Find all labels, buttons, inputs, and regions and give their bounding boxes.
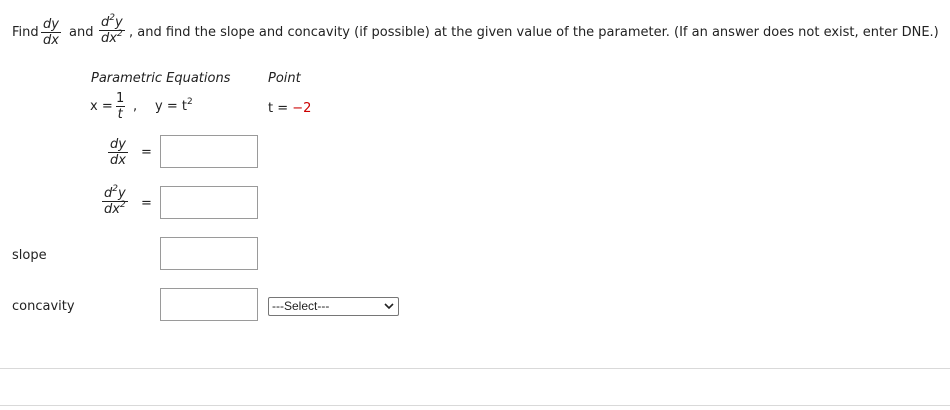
d2y-dx2-answer-input[interactable] (160, 186, 258, 219)
comma: , (133, 99, 138, 114)
x-equation-prefix: x = (90, 99, 113, 114)
divider-bottom (0, 405, 950, 406)
fraction-d2y-dx2: d2y dx2 (99, 13, 125, 46)
point-value: t = −2 (268, 101, 312, 116)
d2y-dx2-label: d2y dx2 (102, 184, 128, 217)
concavity-box[interactable] (160, 288, 258, 321)
frac-den: dx (41, 32, 61, 48)
dy-dx-answer-input[interactable] (160, 135, 258, 168)
header-parametric-equations: Parametric Equations (91, 71, 231, 86)
x-fraction: 1t (115, 91, 125, 122)
prompt-find: Find (12, 25, 39, 40)
equals-1: = (141, 145, 152, 160)
fraction-dy-dx: dy dx (41, 17, 61, 48)
concavity-select[interactable]: ---Select--- (268, 297, 399, 316)
slope-label: slope (12, 248, 47, 263)
header-point: Point (268, 71, 301, 86)
prompt-rest: , and find the slope and concavity (if p… (129, 25, 939, 40)
concavity-label: concavity (12, 299, 75, 314)
frac-num: dy (43, 17, 59, 32)
divider-top (0, 368, 950, 369)
select-value: ---Select--- (272, 299, 330, 313)
y-equation: y = t2 (155, 97, 193, 115)
dy-dx-label: dy dx (108, 137, 128, 168)
frac-den-dx2: dx2 (99, 29, 125, 46)
chevron-down-icon (384, 303, 394, 310)
prompt-and: and (69, 25, 94, 40)
frac-num-d2y: d2y (101, 13, 123, 31)
slope-answer-input[interactable] (160, 237, 258, 270)
equals-2: = (141, 196, 152, 211)
